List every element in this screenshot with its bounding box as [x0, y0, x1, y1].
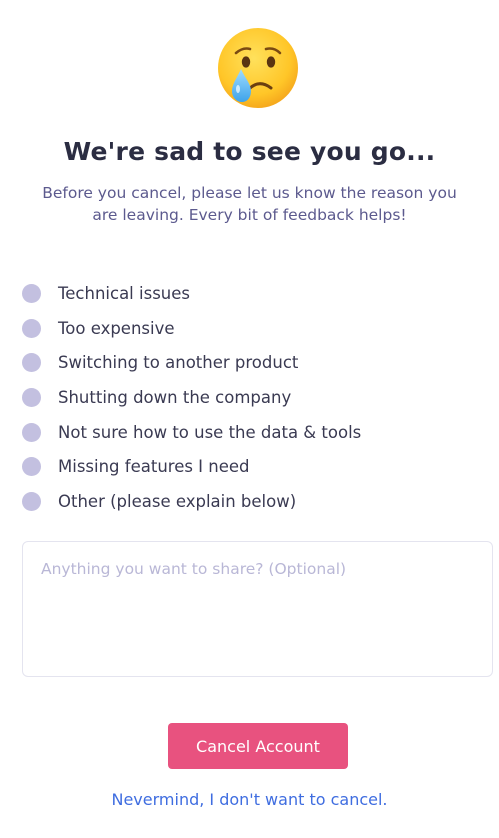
radio-button[interactable]: [22, 387, 41, 407]
reason-option-too-expensive[interactable]: Too expensive: [22, 311, 482, 346]
reason-option-not-sure-how-to-use[interactable]: Not sure how to use the data & tools: [22, 415, 482, 450]
reason-label: Not sure how to use the data & tools: [58, 422, 362, 442]
reason-label: Technical issues: [58, 283, 190, 303]
nevermind-link[interactable]: Nevermind, I don't want to cancel.: [0, 790, 499, 809]
reason-label: Missing features I need: [58, 457, 250, 477]
reason-label: Too expensive: [58, 318, 175, 338]
radio-button[interactable]: [22, 353, 41, 373]
crying-face-icon: [218, 28, 298, 108]
reason-option-missing-features[interactable]: Missing features I need: [22, 449, 482, 484]
reason-radio-group: Technical issues Too expensive Switching…: [22, 276, 482, 519]
reason-option-technical-issues[interactable]: Technical issues: [22, 276, 482, 311]
feedback-box: [22, 541, 493, 677]
radio-button[interactable]: [22, 283, 41, 303]
reason-label: Shutting down the company: [58, 387, 292, 407]
cancel-account-button[interactable]: Cancel Account: [168, 723, 348, 769]
radio-button[interactable]: [22, 318, 41, 338]
radio-button[interactable]: [22, 457, 41, 477]
reason-option-switching-product[interactable]: Switching to another product: [22, 345, 482, 380]
cancel-account-page: We're sad to see you go... Before you ca…: [0, 0, 499, 838]
reason-label: Switching to another product: [58, 353, 299, 373]
reason-option-other[interactable]: Other (please explain below): [22, 484, 482, 519]
reason-option-shutting-down[interactable]: Shutting down the company: [22, 380, 482, 415]
reason-label: Other (please explain below): [58, 491, 297, 511]
page-subtitle: Before you cancel, please let us know th…: [42, 184, 457, 224]
radio-button[interactable]: [22, 422, 41, 442]
page-title: We're sad to see you go...: [63, 137, 436, 166]
radio-button[interactable]: [22, 491, 41, 511]
feedback-textarea[interactable]: [23, 542, 492, 676]
